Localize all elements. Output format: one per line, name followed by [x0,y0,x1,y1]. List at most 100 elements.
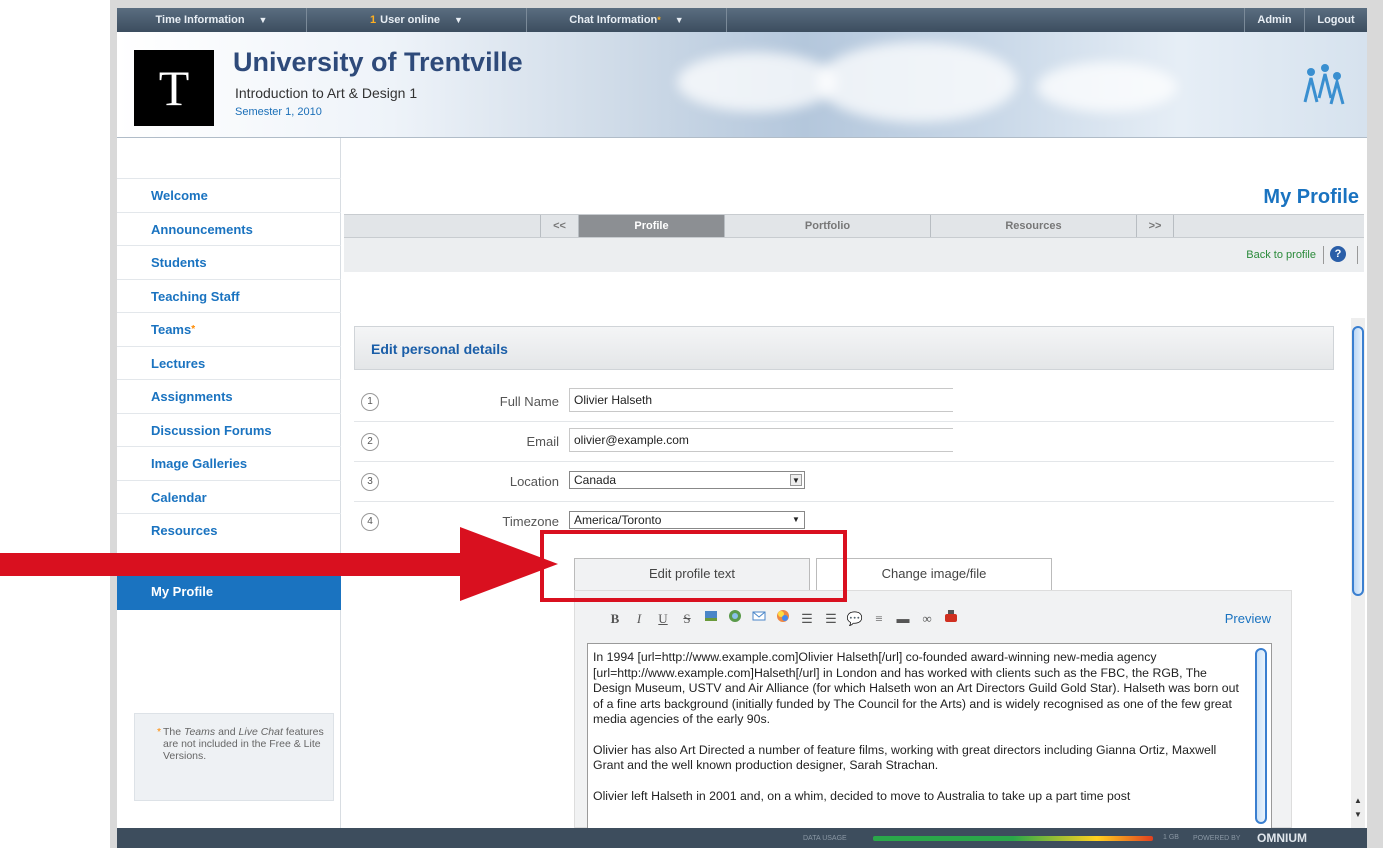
chevron-down-icon: ▼ [790,474,802,486]
profile-text-area[interactable]: In 1994 [url=http://www.example.com]Oliv… [587,643,1272,829]
header-cloud [817,42,1017,122]
chevron-down-icon: ▼ [454,15,463,25]
footer-bar: DATA USAGE 1 GB POWERED BY OMNIUM [117,828,1367,848]
image-icon[interactable] [699,609,723,629]
location-select[interactable]: Canada ▼ [569,471,805,489]
admin-link[interactable]: Admin [1245,8,1305,32]
full-name-label: Full Name [499,394,559,409]
sidebar-item-teams[interactable]: Teams* [117,312,341,346]
preview-link[interactable]: Preview [1225,611,1271,626]
step-number: 3 [361,473,379,491]
profile-sub-bar: Back to profile ? [344,238,1364,272]
location-value: Canada [574,473,617,487]
page-title: My Profile [1263,186,1359,208]
users-online-menu[interactable]: 1 User online ▼ [307,8,527,32]
link-icon[interactable]: ∞ [915,609,939,629]
time-information-label: Time Information [155,14,245,26]
sidebar-item-discussion-forums[interactable]: Discussion Forums [117,412,341,447]
sidebar-item-teaching-staff[interactable]: Teaching Staff [117,278,341,313]
course-header: T University of Trentville Introduction … [117,32,1367,138]
unordered-list-icon[interactable]: ☰ [819,609,843,629]
people-logo-icon [1303,64,1345,105]
sidebar-item-announcements[interactable]: Announcements [117,211,341,246]
help-icon[interactable]: ? [1330,246,1346,262]
editor-toolbar: B I U S ☰ ☰ 💬 ≡ ▬ ∞ [603,609,963,629]
omnium-logo: OMNIUM [1257,831,1307,845]
timezone-value: America/Toronto [574,513,662,527]
chat-information-menu[interactable]: Chat Information * ▼ [527,8,727,32]
link-globe-icon[interactable] [723,609,747,629]
tab-profile[interactable]: Profile [578,215,724,237]
scroll-up-icon[interactable]: ▲ [1351,796,1365,808]
section-header: Edit personal details [354,326,1334,370]
users-online-label: User online [380,14,441,26]
email-label: Email [526,434,559,449]
full-name-field[interactable]: Olivier Halseth [569,388,953,412]
tab-portfolio[interactable]: Portfolio [724,215,930,237]
feature-note: * The Teams and Live Chat features are n… [134,713,334,801]
step-number: 2 [361,433,379,451]
strikethrough-icon[interactable]: S [675,609,699,629]
profile-tab-bar: << Profile Portfolio Resources >> [344,214,1364,238]
note-teams: Teams [184,726,216,738]
tab-resources[interactable]: Resources [930,215,1136,237]
editor-panel: B I U S ☰ ☰ 💬 ≡ ▬ ∞ Preview In 1994 [url… [574,590,1292,829]
scroll-down-icon[interactable]: ▼ [1351,810,1365,822]
email-icon[interactable] [747,609,771,629]
form-row-email: 2 Email olivier@example.com [354,422,1334,462]
quote-icon[interactable]: 💬 [843,609,867,629]
course-name: Introduction to Art & Design 1 [235,85,418,101]
italic-icon[interactable]: I [627,609,651,629]
sidebar-item-lectures[interactable]: Lectures [117,345,341,380]
back-to-profile-link[interactable]: Back to profile [1246,249,1316,261]
note-text: The [163,726,182,738]
asterisk-icon: * [191,324,196,335]
tab-change-image[interactable]: Change image/file [816,558,1052,590]
horizontal-rule-icon[interactable]: ▬ [891,609,915,629]
header-cloud [677,52,837,112]
university-logo: T [134,50,214,126]
chat-notification-icon: * [657,15,661,25]
step-number: 1 [361,393,379,411]
chevron-down-icon: ▼ [792,515,800,524]
chat-information-label: Chat Information [569,14,658,26]
form-row-full-name: 1 Full Name Olivier Halseth [354,382,1334,422]
scrollbar-thumb[interactable] [1352,326,1364,596]
logout-link[interactable]: Logout [1305,8,1367,32]
callout-box [540,530,847,602]
color-icon[interactable] [771,609,795,629]
top-bar: Time Information ▼ 1 User online ▼ Chat … [117,8,1367,32]
sidebar-item-assignments[interactable]: Assignments [117,379,341,413]
note-text: and [218,726,236,738]
app-window: Time Information ▼ 1 User online ▼ Chat … [117,8,1367,848]
sidebar-item-students[interactable]: Students [117,245,341,279]
textarea-scrollbar[interactable] [1255,648,1267,824]
tab-prev[interactable]: << [540,215,578,237]
location-label: Location [509,474,559,489]
form-row-location: 3 Location Canada ▼ [354,462,1334,502]
sidebar: Welcome Announcements Students Teaching … [117,138,341,828]
youtube-icon[interactable] [939,609,963,629]
university-name: University of Trentville [233,47,523,77]
bold-icon[interactable]: B [603,609,627,629]
sidebar-item-calendar[interactable]: Calendar [117,479,341,514]
time-information-menu[interactable]: Time Information ▼ [117,8,307,32]
powered-by-label: POWERED BY [1193,835,1241,842]
main-scrollbar[interactable]: ▲ ▼ [1351,318,1365,828]
chevron-down-icon: ▼ [674,15,684,25]
main-content: My Profile << Profile Portfolio Resource… [342,138,1367,829]
callout-arrow-icon [0,527,558,601]
ordered-list-icon[interactable]: ☰ [795,609,819,629]
indent-icon[interactable]: ≡ [867,609,891,629]
top-bar-spacer [727,8,1245,32]
email-field[interactable]: olivier@example.com [569,428,953,452]
timezone-select[interactable]: America/Toronto ▼ [569,511,805,529]
sidebar-item-image-galleries[interactable]: Image Galleries [117,446,341,480]
tab-next[interactable]: >> [1136,215,1174,237]
sidebar-item-welcome[interactable]: Welcome [117,178,341,212]
data-usage-value: 1 GB [1163,834,1179,841]
data-usage-bar [873,836,1153,841]
profile-text-paragraph: In 1994 [url=http://www.example.com]Oliv… [593,650,1239,726]
section-title: Edit personal details [371,341,508,357]
underline-icon[interactable]: U [651,609,675,629]
